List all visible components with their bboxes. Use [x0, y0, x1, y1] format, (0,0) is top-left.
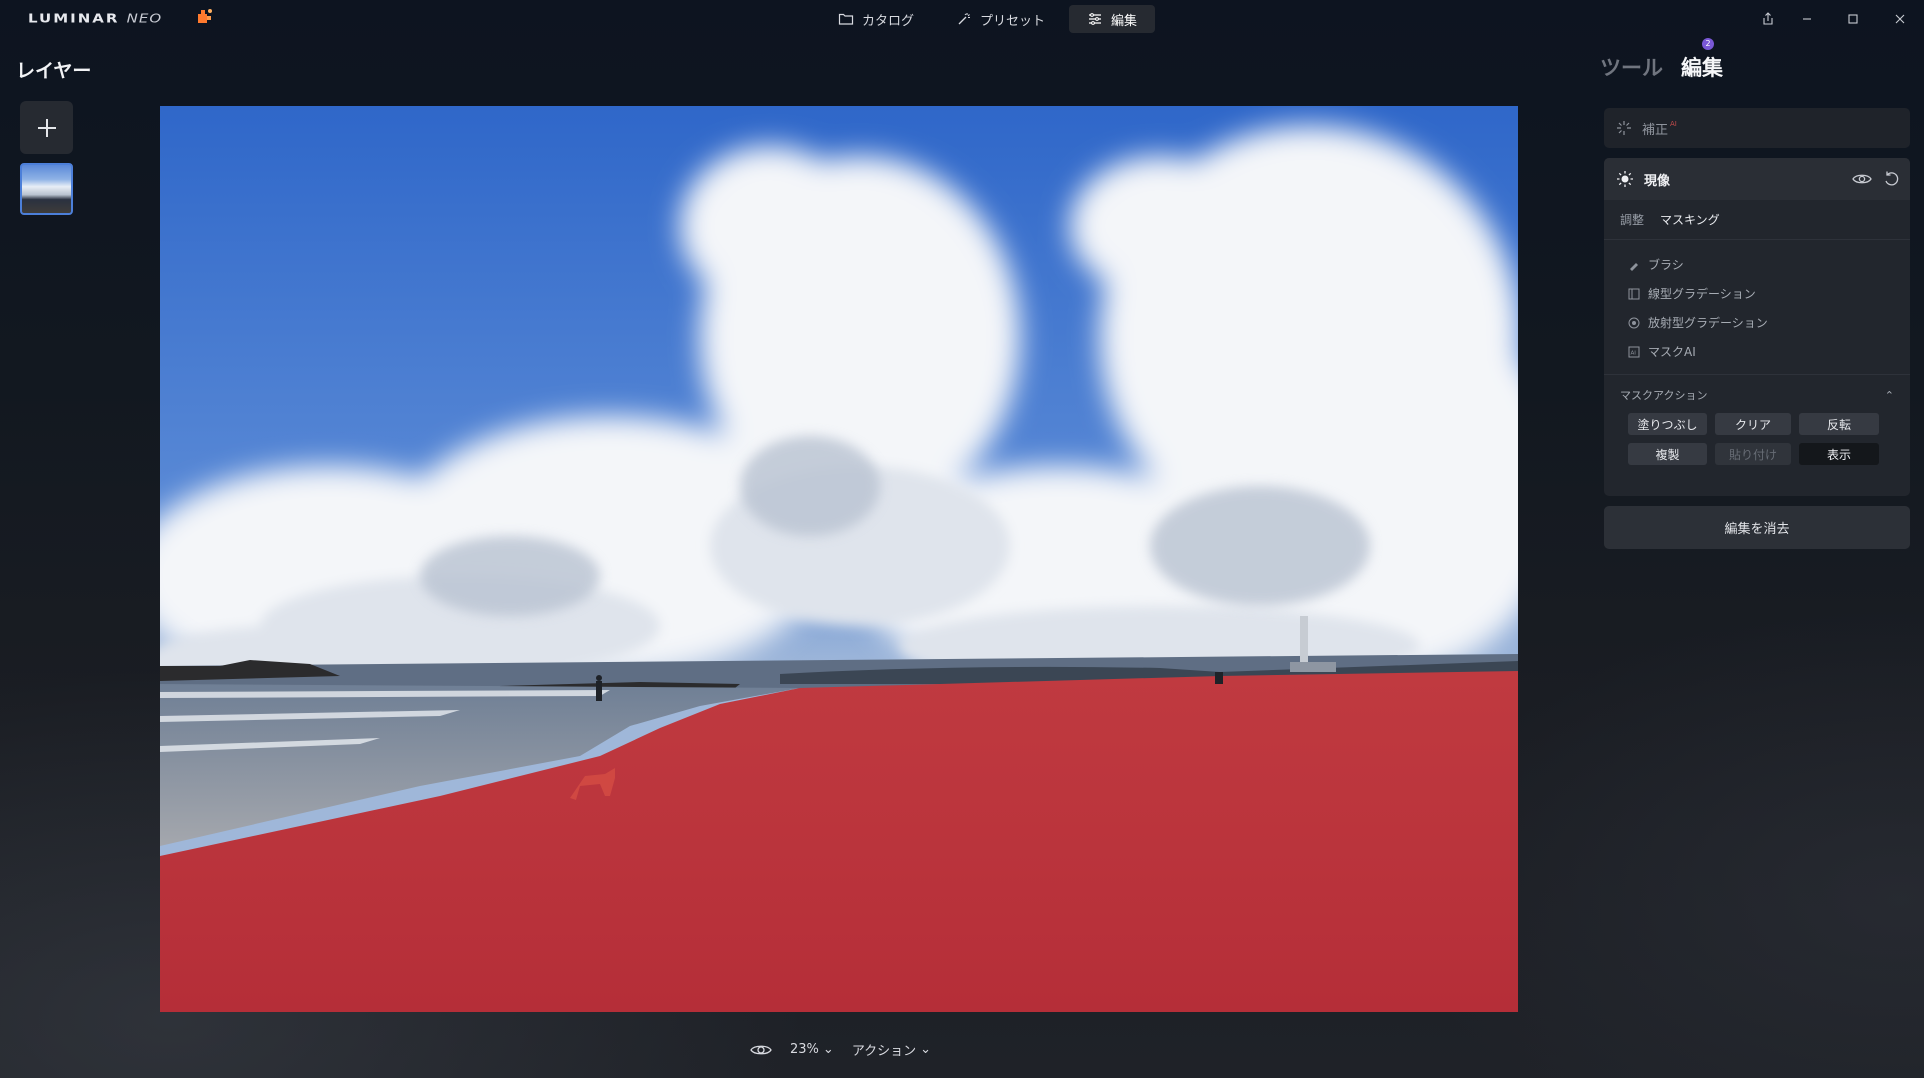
sliders-icon	[1089, 13, 1102, 25]
tab-edit[interactable]: 編集	[1069, 5, 1156, 33]
ai-badge: AI	[1670, 120, 1677, 128]
mask-tool-brush[interactable]: ブラシ	[1628, 250, 1910, 279]
enhance-label: 補正	[1642, 122, 1669, 138]
tab-edit-label: 編集	[1111, 13, 1138, 29]
mask-tool-label: ブラシ	[1648, 258, 1684, 272]
photo-image	[160, 106, 1518, 1012]
close-icon[interactable]	[1888, 8, 1912, 30]
mask-actions-header[interactable]: マスクアクション ⌃	[1604, 375, 1910, 407]
mask-tool-radial-gradient[interactable]: 放射型グラデーション	[1628, 308, 1910, 337]
fill-button[interactable]: 塗りつぶし	[1628, 413, 1707, 435]
add-layer-button[interactable]	[20, 101, 73, 154]
minimize-icon[interactable]	[1795, 8, 1819, 30]
puzzle-extensions-icon[interactable]	[192, 6, 216, 30]
magic-wand-icon	[958, 13, 971, 25]
brush-icon	[1630, 262, 1638, 271]
top-navigation: カタログ プリセット 編集	[820, 5, 1156, 33]
plus-icon	[37, 118, 56, 137]
maximize-icon[interactable]	[1841, 8, 1865, 30]
zoom-value: 23%	[790, 1042, 819, 1057]
mask-tool-linear-gradient[interactable]: 線型グラデーション	[1628, 279, 1910, 308]
mask-ai-icon: AI	[1628, 346, 1640, 357]
mask-tool-list: ブラシ 線型グラデーション 放射型グラデーション AI マスクAI	[1604, 240, 1910, 375]
reset-undo-icon[interactable]	[1882, 170, 1900, 188]
invert-button[interactable]: 反転	[1799, 413, 1879, 435]
tab-presets-label: プリセット	[980, 13, 1046, 29]
visibility-eye-icon[interactable]	[1852, 170, 1872, 188]
mask-tool-label: 線型グラデーション	[1648, 287, 1756, 301]
sparkle-icon	[1617, 121, 1631, 135]
right-panel-tabs: ツール 編集	[1600, 52, 1723, 82]
folder-icon	[838, 13, 854, 25]
actions-dropdown[interactable]: アクション ⌄	[852, 1040, 931, 1059]
develop-header[interactable]: 現像	[1604, 158, 1910, 200]
svg-text:AI: AI	[1631, 350, 1637, 356]
clear-button[interactable]: クリア	[1715, 413, 1791, 435]
develop-subtabs: 調整 マスキング	[1604, 200, 1910, 240]
subtab-adjust[interactable]: 調整	[1620, 211, 1644, 228]
eye-icon[interactable]	[750, 1043, 772, 1057]
layer-thumbnail[interactable]	[20, 163, 73, 215]
share-icon[interactable]	[1756, 8, 1780, 30]
enhance-ai-tool[interactable]: 補正 AI	[1604, 108, 1910, 148]
radial-gradient-icon	[1628, 317, 1640, 328]
app-logo: LUMINAR NEO	[28, 10, 163, 26]
mask-actions-grid: 塗りつぶし クリア 反転 複製 貼り付け 表示	[1604, 407, 1910, 465]
tab-catalog[interactable]: カタログ	[820, 5, 932, 33]
tab-edit-panel[interactable]: 編集	[1681, 52, 1723, 82]
tab-tools[interactable]: ツール	[1600, 52, 1663, 82]
mask-tool-label: マスクAI	[1648, 345, 1696, 359]
layers-title: レイヤー	[16, 60, 92, 82]
develop-title: 現像	[1644, 173, 1671, 189]
copy-button[interactable]: 複製	[1628, 443, 1707, 465]
chevron-up-icon: ⌃	[1884, 388, 1894, 402]
edit-count-badge: 2	[1702, 38, 1714, 50]
mask-tool-label: 放射型グラデーション	[1648, 316, 1768, 330]
chevron-down-icon: ⌄	[920, 1042, 932, 1057]
paste-button[interactable]: 貼り付け	[1715, 443, 1791, 465]
zoom-dropdown[interactable]: 23% ⌄	[790, 1042, 834, 1057]
tab-presets[interactable]: プリセット	[938, 5, 1063, 33]
linear-gradient-icon	[1628, 288, 1640, 299]
clear-edits-button[interactable]: 編集を消去	[1604, 506, 1910, 549]
chevron-down-icon: ⌄	[822, 1042, 834, 1057]
mask-actions-title: マスクアクション	[1620, 389, 1708, 402]
show-mask-button[interactable]: 表示	[1799, 443, 1879, 465]
subtab-masking[interactable]: マスキング	[1660, 211, 1720, 228]
mask-tool-ai[interactable]: AI マスクAI	[1628, 337, 1910, 366]
develop-tool-card: 現像 調整 マスキング ブラシ 線型グラデーション 放射型グラデーション AI …	[1604, 158, 1910, 496]
sun-icon	[1617, 171, 1633, 187]
title-bar: LUMINAR NEO カタログ プリセット 編集	[0, 0, 1924, 38]
bottom-toolbar: 23% ⌄ アクション ⌄	[750, 1040, 931, 1059]
tab-catalog-label: カタログ	[862, 13, 915, 29]
photo-canvas[interactable]	[160, 106, 1518, 1012]
actions-label: アクション	[851, 1044, 917, 1059]
